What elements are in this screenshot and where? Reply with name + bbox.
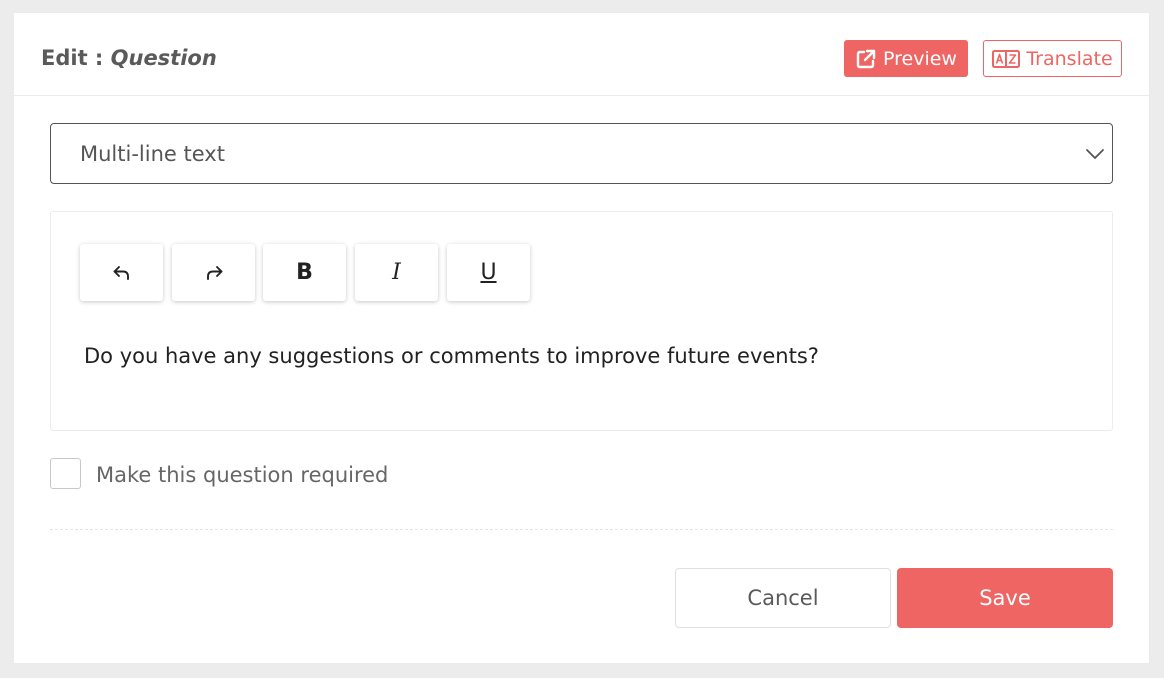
- question-type-value: Multi-line text: [80, 142, 225, 166]
- translate-label: Translate: [1026, 47, 1113, 70]
- external-link-icon: [855, 48, 877, 70]
- question-type-select[interactable]: Multi-line text: [50, 123, 1113, 184]
- preview-button[interactable]: Preview: [844, 40, 968, 77]
- edit-question-panel: Edit : Question Preview Translate Multi-…: [14, 13, 1149, 663]
- bold-button[interactable]: B: [263, 244, 346, 301]
- italic-label: I: [392, 260, 401, 285]
- translate-button[interactable]: Translate: [983, 40, 1122, 77]
- translate-icon: [992, 49, 1021, 68]
- save-button[interactable]: Save: [897, 568, 1113, 628]
- undo-button[interactable]: [80, 244, 163, 301]
- editor-content[interactable]: Do you have any suggestions or comments …: [84, 342, 1084, 370]
- redo-button[interactable]: [172, 244, 255, 301]
- divider: [50, 529, 1113, 530]
- title-prefix: Edit :: [41, 46, 111, 70]
- underline-label: U: [480, 260, 497, 285]
- required-checkbox[interactable]: [50, 458, 81, 489]
- rich-text-editor: B I U Do you have any suggestions or com…: [50, 211, 1113, 431]
- save-label: Save: [979, 586, 1031, 610]
- cancel-label: Cancel: [747, 586, 819, 610]
- redo-icon: [203, 262, 225, 284]
- chevron-down-icon: [1084, 143, 1106, 165]
- italic-button[interactable]: I: [355, 244, 438, 301]
- page-title: Edit : Question: [41, 44, 217, 72]
- title-entity: Question: [110, 46, 217, 70]
- cancel-button[interactable]: Cancel: [675, 568, 891, 628]
- undo-icon: [111, 262, 133, 284]
- preview-label: Preview: [883, 47, 957, 70]
- required-checkbox-label[interactable]: Make this question required: [96, 462, 388, 488]
- underline-button[interactable]: U: [447, 244, 530, 301]
- bold-label: B: [296, 260, 313, 285]
- panel-header: Edit : Question Preview Translate: [14, 13, 1149, 96]
